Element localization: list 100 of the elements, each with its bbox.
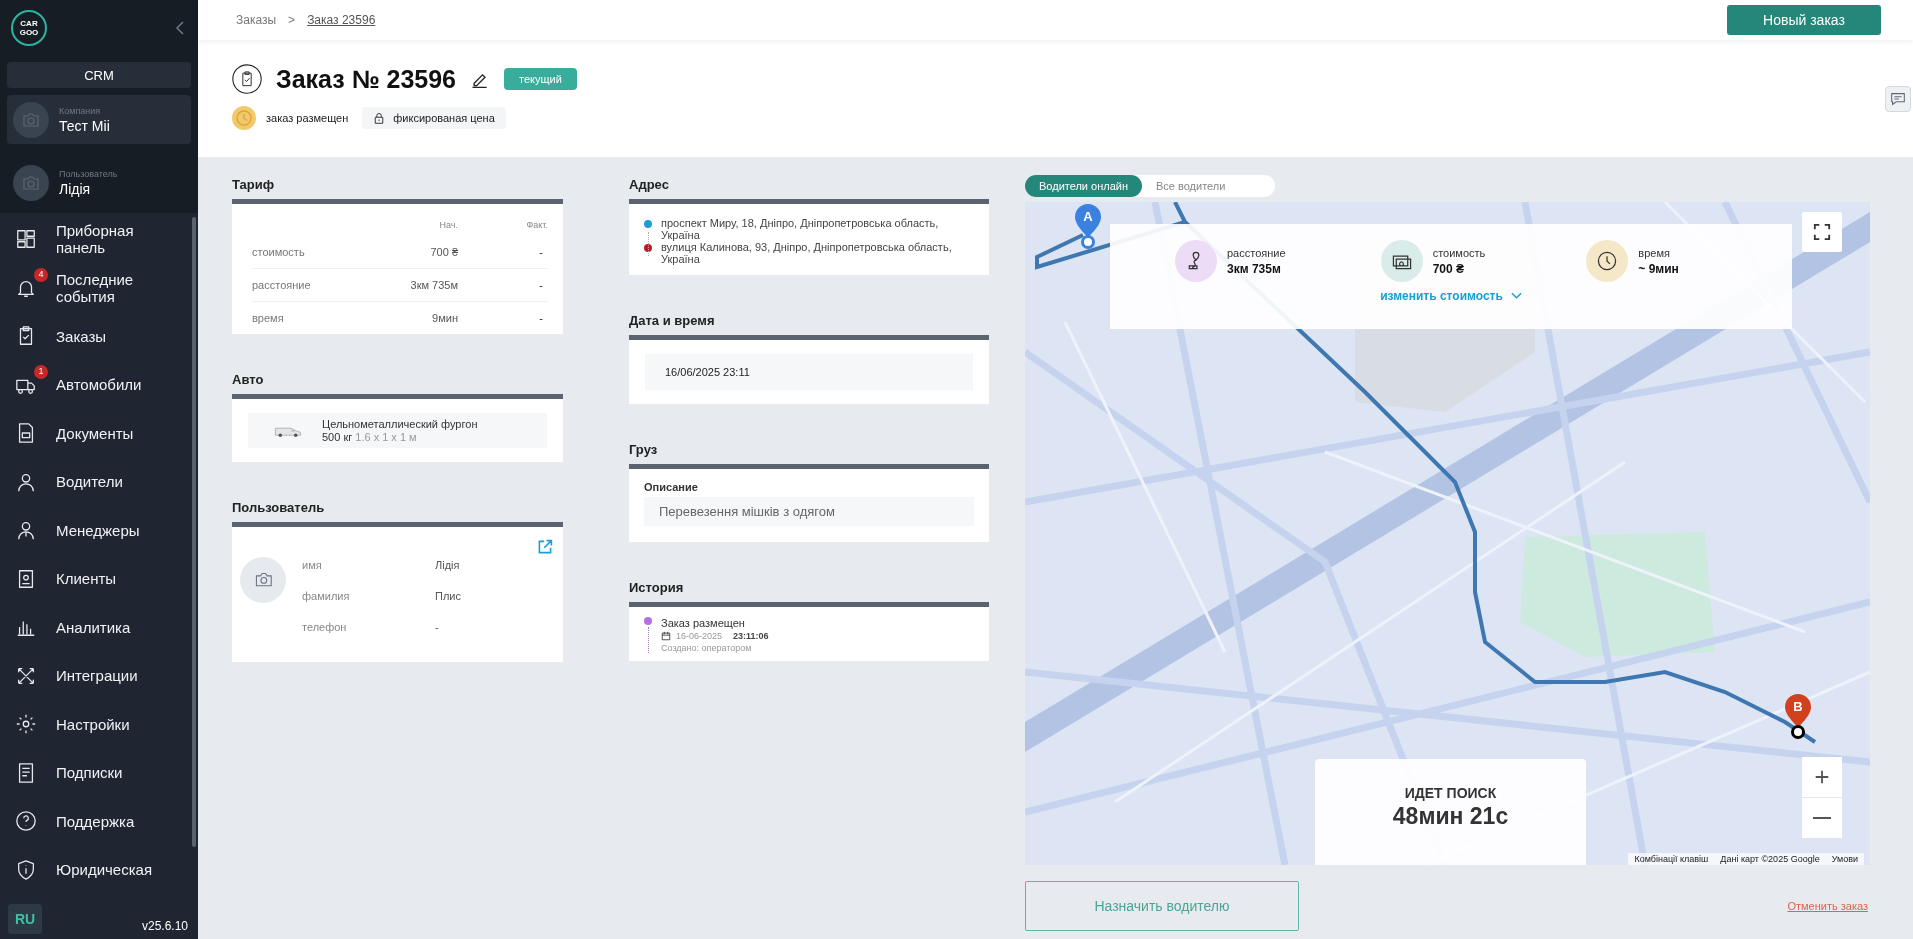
nav-item[interactable]: Юридическая [0,845,198,894]
calendar-icon [661,631,671,641]
zoom-out-button[interactable] [1802,798,1842,838]
nav-item[interactable]: Менеджеры [0,506,198,555]
breadcrumb-separator: > [288,13,296,27]
user-card[interactable]: Пользователь Лідія [7,158,191,207]
event-time: 23:11:06 [733,631,769,641]
camera-icon [13,101,49,138]
help-icon [15,810,37,833]
breadcrumb-link[interactable]: Заказ 23596 [307,13,376,27]
scrollbar[interactable] [192,217,196,847]
event-date: 16-06-2025 [676,631,723,641]
description-field[interactable]: Перевезення мішків з одягом [644,497,974,526]
stat-label: расстояние [1227,246,1286,259]
nav-item[interactable]: Водители [0,457,198,506]
column-header: Факт. [525,220,548,230]
nav-item[interactable]: 4 Последние события [0,263,198,312]
price-type-label: фиксированая цена [393,112,495,124]
clipboard-icon [232,64,262,94]
stat-value: 700 ₴ [1432,261,1466,276]
attribution-link[interactable]: Комбінації клавіш [1634,854,1709,864]
nav-item[interactable]: Приборная панель [0,215,198,264]
camera-icon [13,164,49,201]
logo: CAR GOO [11,10,47,46]
shield-icon [15,858,37,881]
plus-icon [1813,768,1831,786]
table-cell-text: стоимость [252,246,306,258]
fullscreen-icon [1813,223,1831,241]
event-title: Заказ размещен [661,617,746,629]
table-cell-text: 9мин [431,312,458,324]
attribution-link[interactable]: Дані карт ©2025 Google [1720,854,1820,864]
table-cell-text: - [538,312,544,324]
user-name: Лідія [59,180,92,197]
section-title: Адрес [629,177,670,191]
stat-value: ~ 9мин [1638,261,1679,276]
address-text: вулиця Калинова, 93, Дніпро, Дніпропетровська область, Україна [661,241,953,265]
dashboard-icon [15,228,37,251]
route-icon [1175,240,1217,282]
nav-item[interactable]: Подписки [0,748,198,797]
section-title: Тариф [232,177,276,191]
zoom-in-button[interactable] [1802,757,1842,797]
nav-item[interactable]: Настройки [0,700,198,749]
nav-item[interactable]: 1 Автомобили [0,360,198,409]
table-cell-text: 3км 735м [409,279,458,291]
company-name: Тест Mii [59,117,110,134]
camera-icon [240,557,286,603]
breadcrumb-link[interactable]: Заказы [236,13,277,27]
stat-value: 3км 735м [1227,261,1282,276]
attribution-link[interactable]: Умови [1831,854,1858,864]
new-order-button[interactable]: Новый заказ [1727,5,1881,35]
notification-badge: 4 [34,267,48,282]
tab[interactable]: Все водители [1142,175,1240,197]
field-label: Описание [644,481,699,493]
nav-item[interactable]: Заказы [0,312,198,361]
order-status: заказ размещен [266,112,349,124]
status-badge: текущий [504,68,577,90]
field-label: имя [302,558,323,571]
field-value: Плис [435,589,462,602]
section-title: Груз [629,442,659,456]
company-card[interactable]: Компания Тест Mii [7,95,191,144]
clock-icon [1586,240,1629,282]
field-value: - [435,620,440,633]
external-link-icon[interactable] [537,539,553,555]
nav-item[interactable]: Документы [0,409,198,458]
section-title: Авто [232,372,265,386]
chevron-down-icon [1510,292,1522,300]
capacity-label: 500 кг [322,431,353,443]
vehicle-name: Цельнометаллический фургон [322,418,478,430]
nav-item[interactable]: Аналитика [0,603,198,652]
table-cell-text: 700 ₴ [429,246,458,258]
language-button[interactable]: RU [8,904,42,934]
version-label: v25.6.10 [141,919,188,935]
account-label: Компания [59,105,102,116]
column-header: Нач. [438,220,458,230]
dimensions-label: 1.6 x 1 x 1 м [355,431,417,443]
chat-icon [1889,90,1907,108]
nav-item[interactable]: Поддержка [0,797,198,846]
account-label: Пользователь [59,168,118,179]
chat-button[interactable] [1885,86,1911,112]
cash-icon [1380,240,1423,282]
nav-item[interactable]: Клиенты [0,554,198,603]
field-value: Лідія [435,558,461,571]
search-status-title: ИДЕТ ПОИСК [1404,785,1497,801]
order-title: Заказ № 23596 [276,64,456,94]
event-note: Создано: оператором [661,643,753,653]
fullscreen-button[interactable] [1802,212,1842,252]
tab[interactable]: Водители онлайн [1025,175,1142,197]
lock-icon [373,112,386,124]
minus-icon [1813,816,1831,820]
section-title: История [629,580,685,594]
field-label: телефон [302,620,348,633]
nav-item[interactable]: Интеграции [0,651,198,700]
chevron-left-icon[interactable] [175,20,185,36]
date-time-field[interactable]: 16/06/2025 23:11 [645,354,973,390]
section-button[interactable]: CRM [7,62,191,88]
person-icon [15,519,37,542]
search-timer: 48мин 21с [1392,803,1509,830]
table-cell-text: расстояние [252,279,312,291]
section-title: Дата и время [629,313,716,327]
notification-badge: 1 [34,364,48,379]
